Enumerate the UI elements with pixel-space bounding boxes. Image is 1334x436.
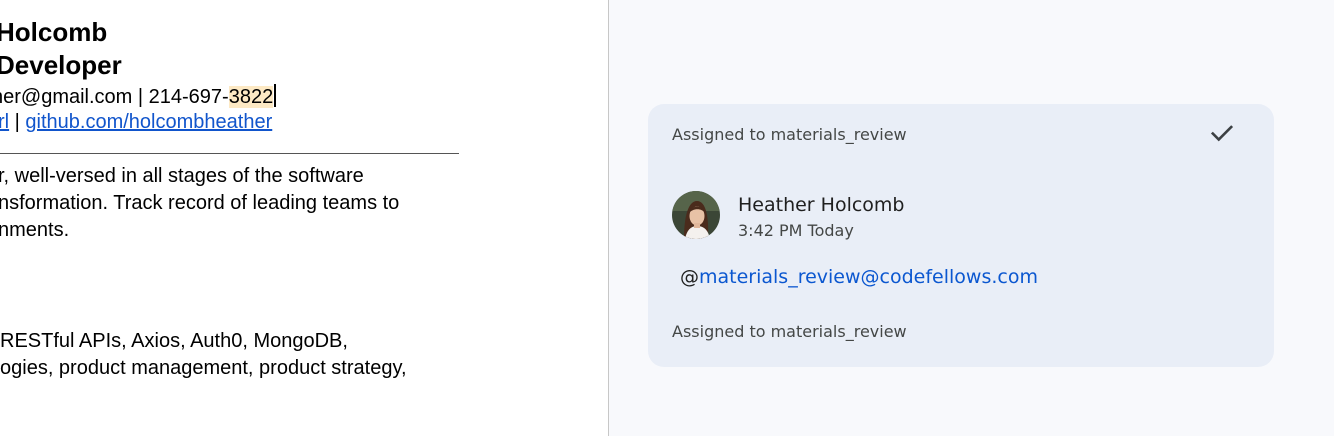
avatar[interactable] bbox=[672, 191, 720, 239]
comment-author: Heather Holcomb bbox=[738, 194, 905, 216]
highlighted-text[interactable]: 3822 bbox=[228, 86, 274, 108]
contact-line: her@gmail.com | 214-697-3822 bbox=[0, 84, 277, 109]
assignment-header: Assigned to materials_review bbox=[672, 125, 907, 144]
skills-line: ogies, product management, product strat… bbox=[0, 357, 407, 379]
github-link[interactable]: github.com/holcombheather bbox=[25, 111, 272, 133]
profile-link[interactable]: rl bbox=[0, 111, 9, 133]
section-divider bbox=[0, 153, 459, 154]
mention-link[interactable]: materials_review@codefellows.com bbox=[699, 266, 1038, 288]
check-icon bbox=[1210, 125, 1234, 142]
link-separator: | bbox=[9, 111, 26, 133]
resume-name: Holcomb bbox=[0, 17, 108, 47]
comment-timestamp: 3:42 PM Today bbox=[738, 221, 854, 240]
links-line: rl | github.com/holcombheather bbox=[0, 111, 272, 134]
resume-title: Developer bbox=[0, 50, 122, 80]
summary-line: nsformation. Track record of leading tea… bbox=[0, 192, 400, 214]
summary-line: r, well-versed in all stages of the soft… bbox=[0, 165, 364, 187]
mention-at-sign: @ bbox=[680, 266, 699, 288]
summary-line: nments. bbox=[0, 219, 70, 241]
author-photo bbox=[672, 191, 720, 239]
comments-sidebar: Assigned to materials_review Heather Hol… bbox=[609, 0, 1334, 436]
text-cursor bbox=[274, 84, 277, 107]
document-page[interactable]: Holcomb Developer her@gmail.com | 214-69… bbox=[0, 0, 609, 436]
resolve-button[interactable] bbox=[1207, 118, 1237, 148]
skills-line: RESTful APIs, Axios, Auth0, MongoDB, bbox=[0, 330, 348, 352]
comment-body: @materials_review@codefellows.com bbox=[680, 266, 1038, 288]
comment-card[interactable]: Assigned to materials_review Heather Hol… bbox=[648, 104, 1274, 367]
contact-text: her@gmail.com | 214-697- bbox=[0, 86, 229, 108]
assignment-footer: Assigned to materials_review bbox=[672, 322, 907, 341]
